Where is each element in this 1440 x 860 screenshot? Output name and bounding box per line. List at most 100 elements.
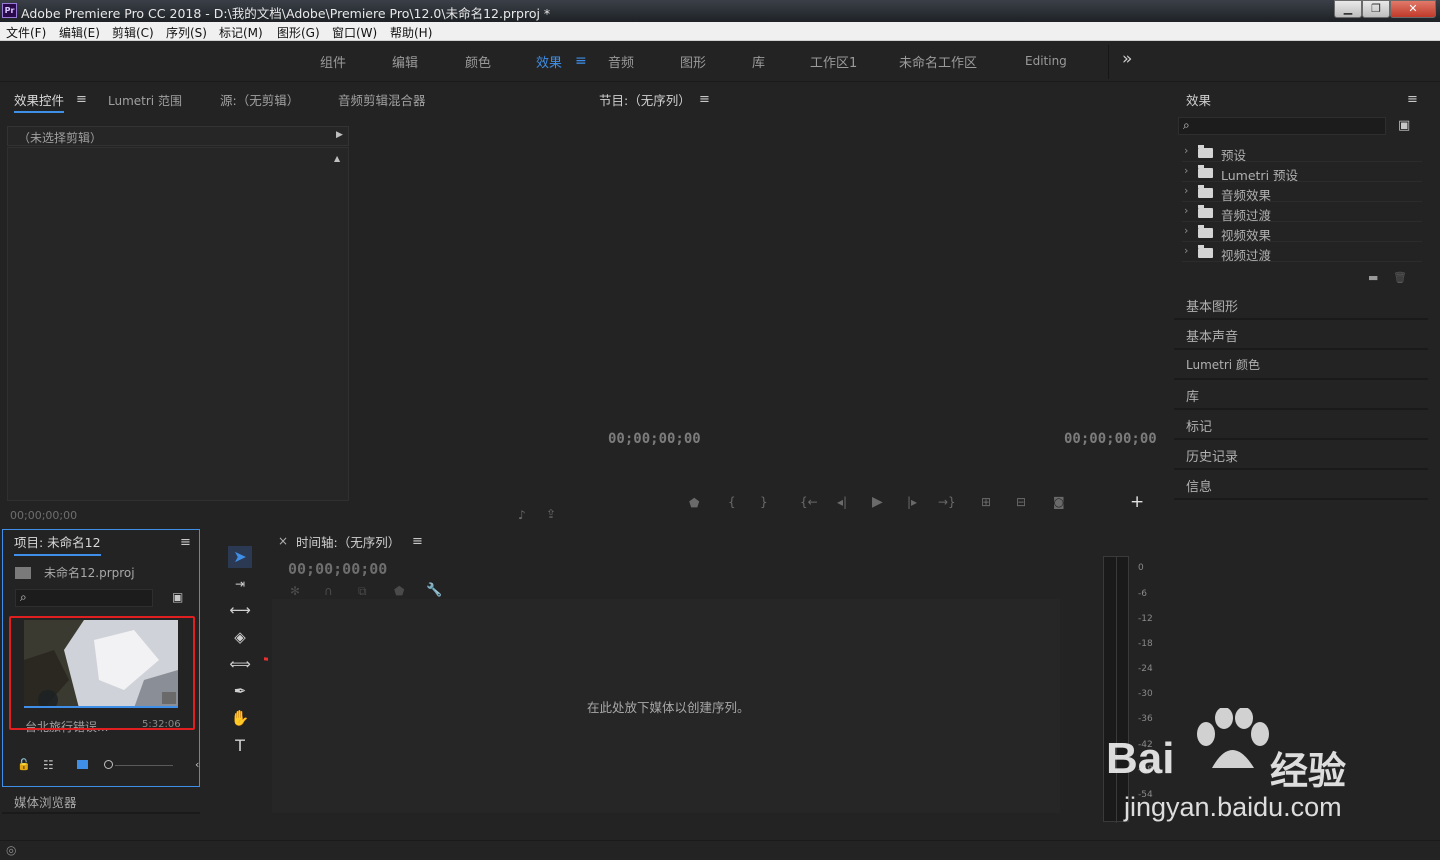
workspace-audio[interactable]: 音频 <box>608 52 634 71</box>
track-select-tool-icon[interactable]: ⇥ <box>228 572 252 596</box>
new-folder-icon[interactable]: ▬ <box>1368 271 1378 284</box>
effects-folder-audio-transitions[interactable]: › 音频过渡 <box>1182 202 1422 223</box>
tab-effect-controls[interactable]: 效果控件 <box>14 90 65 113</box>
menu-marker[interactable]: 标记(M) <box>219 24 263 41</box>
camera-icon[interactable]: ◙ <box>1053 495 1065 509</box>
wrench-icon[interactable]: 🔧 <box>426 583 442 598</box>
add-marker-icon[interactable]: ⬟ <box>394 584 404 598</box>
audio-export-icon[interactable]: ♪ <box>518 508 526 522</box>
project-search-input[interactable]: ⌕ <box>15 589 153 607</box>
workspace-graphics[interactable]: 图形 <box>680 52 706 71</box>
media-browser-panel[interactable]: 媒体浏览器 <box>2 790 200 814</box>
effects-folder-video-effects[interactable]: › 视频效果 <box>1182 222 1422 243</box>
nest-icon[interactable]: ✻ <box>290 584 300 598</box>
timeline-timecode[interactable]: 00;00;00;00 <box>288 560 387 578</box>
ripple-edit-tool-icon[interactable]: ⟷ <box>228 598 252 622</box>
effects-folder-lumetri-presets[interactable]: › Lumetri 预设 <box>1182 162 1422 183</box>
list-view-icon[interactable]: ☷ <box>43 758 54 772</box>
meter-label: -18 <box>1138 639 1153 649</box>
hand-tool-icon[interactable]: ✋ <box>228 706 252 730</box>
lock-icon[interactable]: 🔓 <box>17 758 31 771</box>
export-frame-icon[interactable]: ⇪ <box>546 507 556 521</box>
panel-libraries[interactable]: 库 <box>1174 380 1428 410</box>
go-to-in-icon[interactable]: {← <box>800 495 818 509</box>
program-timecode-left[interactable]: 00;00;00;00 <box>608 431 701 447</box>
expand-right-icon[interactable]: ▶ <box>336 130 343 140</box>
step-forward-icon[interactable]: |▸ <box>907 495 917 509</box>
timeline-close-icon[interactable]: × <box>278 534 288 548</box>
effects-search-input[interactable]: ⌕ <box>1178 117 1386 135</box>
workspace-1[interactable]: 工作区1 <box>810 52 857 71</box>
trash-icon[interactable]: 🗑 <box>1393 271 1407 284</box>
effects-folder-audio-effects[interactable]: › 音频效果 <box>1182 182 1422 203</box>
slip-tool-icon[interactable]: ⟺ <box>228 652 252 676</box>
project-menu-icon[interactable]: ≡ <box>180 535 191 550</box>
zoom-slider-handle[interactable] <box>104 760 113 769</box>
scroll-up-icon[interactable]: ▲ <box>334 154 340 163</box>
linked-selection-icon[interactable]: ⧉ <box>358 584 367 599</box>
title-bar: Pr Adobe Premiere Pro CC 2018 - D:\我的文档\… <box>0 0 1440 22</box>
more-workspaces-icon[interactable]: » <box>1122 49 1132 69</box>
step-back-icon[interactable]: ◂| <box>837 495 847 509</box>
find-icon[interactable]: ▣ <box>172 590 183 604</box>
timeline-drop-area[interactable]: 在此处放下媒体以创建序列。 <box>272 599 1060 813</box>
workspace-assembly[interactable]: 组件 <box>320 52 346 71</box>
timeline-menu-icon[interactable]: ≡ <box>412 534 423 549</box>
panel-lumetri-color[interactable]: Lumetri 颜色 <box>1174 350 1428 380</box>
menu-help[interactable]: 帮助(H) <box>390 24 432 41</box>
play-icon[interactable]: ▶ <box>872 494 883 510</box>
scroll-left-icon[interactable]: ‹ <box>195 758 199 771</box>
effects-folder-video-transitions[interactable]: › 视频过渡 <box>1182 242 1422 263</box>
timeline-panel: × 时间轴:（无序列） ≡ 00;00;00;00 ✻ ∩ ⧉ ⬟ 🔧 在此处放… <box>268 529 1084 837</box>
menu-file[interactable]: 文件(F) <box>6 24 46 41</box>
button-editor-icon[interactable]: + <box>1130 492 1144 512</box>
project-title[interactable]: 项目: 未命名12 <box>14 532 101 556</box>
zoom-slider-track[interactable] <box>115 765 173 766</box>
workspace-bar: 组件 编辑 颜色 效果 ≡ 音频 图形 库 工作区1 未命名工作区 Editin… <box>0 41 1440 82</box>
search-icon: ⌕ <box>1183 118 1190 132</box>
pen-tool-icon[interactable]: ✒ <box>228 679 252 703</box>
extract-icon[interactable]: ⊟ <box>1016 495 1026 509</box>
workspace-effects[interactable]: 效果 <box>536 52 562 71</box>
go-to-out-icon[interactable]: →} <box>938 495 956 509</box>
panel-essential-sound[interactable]: 基本声音 <box>1174 320 1428 350</box>
type-tool-icon[interactable]: T <box>228 734 252 758</box>
workspace-editing[interactable]: 编辑 <box>392 52 418 71</box>
panel-menu-icon[interactable]: ≡ <box>76 92 87 107</box>
tab-source[interactable]: 源:（无剪辑） <box>220 90 299 109</box>
new-bin-search-icon[interactable]: ▣ <box>1398 118 1410 133</box>
razor-tool-icon[interactable]: ◈ <box>228 625 252 649</box>
maximize-button[interactable]: ❐ <box>1362 0 1390 18</box>
folder-label: 视频过渡 <box>1221 248 1272 263</box>
panel-markers[interactable]: 标记 <box>1174 410 1428 440</box>
menu-graphics[interactable]: 图形(G) <box>277 24 320 41</box>
menu-clip[interactable]: 剪辑(C) <box>112 24 154 41</box>
mark-out-icon[interactable]: } <box>760 495 768 509</box>
minimize-button[interactable]: ▁ <box>1334 0 1362 18</box>
add-marker-icon[interactable]: ⬟ <box>689 496 699 510</box>
folder-icon <box>1198 145 1213 158</box>
mark-in-icon[interactable]: { <box>728 495 736 509</box>
icon-view-icon[interactable] <box>77 760 88 769</box>
menu-sequence[interactable]: 序列(S) <box>166 24 207 41</box>
selection-tool-icon[interactable]: ➤ <box>228 545 252 569</box>
tab-audio-clip-mixer[interactable]: 音频剪辑混合器 <box>338 90 426 109</box>
workspace-libraries[interactable]: 库 <box>752 52 765 71</box>
workspace-color[interactable]: 颜色 <box>465 52 491 71</box>
workspace-editing-en[interactable]: Editing <box>1025 54 1067 68</box>
panel-essential-graphics[interactable]: 基本图形 <box>1174 290 1428 320</box>
tab-lumetri-scopes[interactable]: Lumetri 范围 <box>108 92 182 109</box>
panel-history[interactable]: 历史记录 <box>1174 440 1428 470</box>
workspace-menu-icon[interactable]: ≡ <box>575 53 587 69</box>
source-timecode: 00;00;00;00 <box>10 509 78 522</box>
workspace-untitled[interactable]: 未命名工作区 <box>899 52 977 71</box>
snap-icon[interactable]: ∩ <box>324 584 333 598</box>
lift-icon[interactable]: ⊞ <box>981 495 991 509</box>
program-menu-icon[interactable]: ≡ <box>699 92 710 107</box>
menu-edit[interactable]: 编辑(E) <box>59 24 100 41</box>
close-button[interactable]: ✕ <box>1390 0 1436 18</box>
effects-menu-icon[interactable]: ≡ <box>1407 92 1418 107</box>
panel-info[interactable]: 信息 <box>1174 470 1428 500</box>
menu-window[interactable]: 窗口(W) <box>332 24 377 41</box>
effects-folder-presets[interactable]: › 预设 <box>1182 142 1422 163</box>
